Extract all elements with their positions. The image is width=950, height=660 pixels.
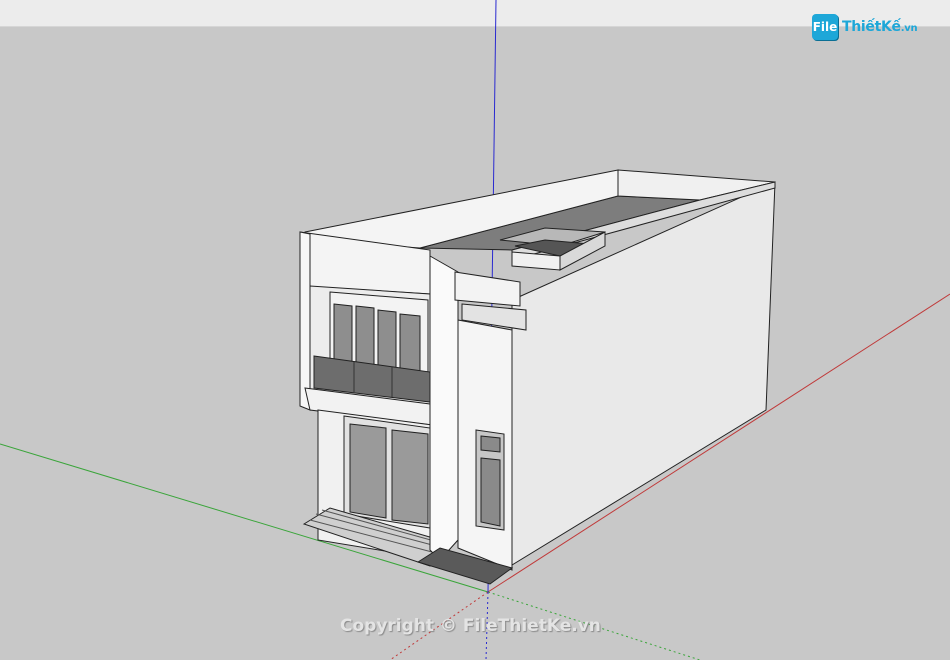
3d-model-viewport[interactable]: [0, 0, 950, 660]
logo-brand-suffix: .vn: [900, 23, 918, 34]
tower-cap: [454, 271, 521, 307]
logo-brand-name: ThiếtKế: [842, 19, 901, 35]
door-right-panel: [391, 429, 429, 525]
logo-brand-text: ThiếtKế.vn: [842, 19, 918, 35]
door-left-panel: [349, 423, 387, 519]
brand-logo[interactable]: File ThiếtKế.vn: [812, 12, 918, 42]
front-left-pier: [299, 231, 311, 411]
tower-window-glass: [480, 457, 501, 527]
copyright-watermark: Copyright © FileThietKe.vn: [340, 616, 601, 636]
house-model: [299, 169, 776, 585]
tower-window-glass-top: [480, 435, 501, 453]
upper-window-3: [377, 309, 397, 375]
upper-window-4: [399, 313, 421, 377]
stair-tower-front: [429, 255, 459, 561]
logo-badge-icon: File: [812, 14, 838, 40]
